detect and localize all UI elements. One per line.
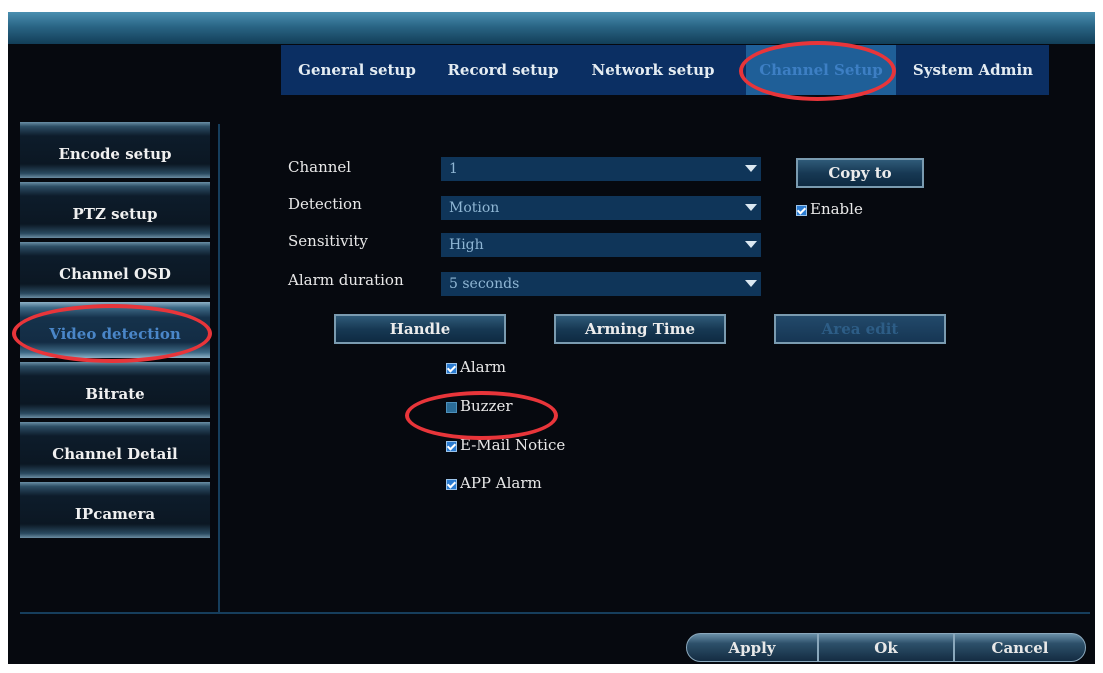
email-notice-checkbox[interactable]: E-Mail Notice [446, 436, 565, 454]
alarm-duration-select[interactable]: 5 seconds [441, 272, 761, 296]
main-tab-bar: General setup Record setup Network setup… [281, 45, 1049, 95]
sidebar-item-ptz-setup[interactable]: PTZ setup [20, 182, 210, 238]
channel-label: Channel [288, 158, 352, 176]
checkbox-unchecked-icon [446, 401, 457, 413]
checkbox-checked-icon [796, 204, 807, 216]
detection-label: Detection [288, 195, 362, 213]
buzzer-checkbox[interactable]: Buzzer [446, 397, 513, 415]
tab-system-admin[interactable]: System Admin [903, 45, 1043, 95]
sidebar-item-channel-osd[interactable]: Channel OSD [20, 242, 210, 298]
checkbox-checked-icon [446, 440, 457, 452]
detection-value: Motion [449, 200, 500, 216]
alarm-checkbox[interactable]: Alarm [446, 358, 506, 376]
chevron-down-icon [745, 165, 757, 172]
title-bar [8, 12, 1095, 44]
enable-checkbox[interactable]: Enable [796, 200, 863, 218]
tab-general-setup[interactable]: General setup [281, 45, 433, 95]
area-edit-button[interactable]: Area edit [774, 314, 946, 344]
checkbox-checked-icon [446, 478, 457, 490]
cancel-button[interactable]: Cancel [954, 633, 1086, 662]
tab-channel-setup[interactable]: Channel Setup [746, 45, 896, 95]
alarm-duration-value: 5 seconds [449, 276, 520, 292]
app-alarm-label: APP Alarm [460, 474, 542, 492]
ok-button[interactable]: Ok [818, 633, 954, 662]
handle-button[interactable]: Handle [334, 314, 506, 344]
channel-value: 1 [449, 161, 458, 177]
tab-record-setup[interactable]: Record setup [433, 45, 573, 95]
enable-label: Enable [810, 200, 863, 218]
buzzer-label: Buzzer [460, 397, 513, 415]
sidebar-item-ipcamera[interactable]: IPcamera [20, 482, 210, 538]
channel-select[interactable]: 1 [441, 157, 761, 181]
arming-time-button[interactable]: Arming Time [554, 314, 726, 344]
sidebar-item-video-detection[interactable]: Video detection [20, 302, 210, 358]
checkbox-checked-icon [446, 362, 457, 374]
detection-select[interactable]: Motion [441, 196, 761, 220]
sensitivity-label: Sensitivity [288, 232, 368, 250]
chevron-down-icon [745, 204, 757, 211]
alarm-label: Alarm [460, 358, 506, 376]
dvr-settings-screen: General setup Record setup Network setup… [8, 12, 1095, 664]
sensitivity-select[interactable]: High [441, 233, 761, 257]
apply-button[interactable]: Apply [686, 633, 818, 662]
email-notice-label: E-Mail Notice [460, 436, 566, 454]
sidebar-item-encode-setup[interactable]: Encode setup [20, 122, 210, 178]
sidebar-item-channel-detail[interactable]: Channel Detail [20, 422, 210, 478]
horizontal-divider [20, 612, 1090, 614]
sidebar-item-bitrate[interactable]: Bitrate [20, 362, 210, 418]
chevron-down-icon [745, 280, 757, 287]
alarm-duration-label: Alarm duration [288, 271, 404, 289]
tab-network-setup[interactable]: Network setup [573, 45, 733, 95]
copy-to-button[interactable]: Copy to [796, 158, 924, 188]
vertical-divider [218, 124, 220, 612]
chevron-down-icon [745, 241, 757, 248]
app-alarm-checkbox[interactable]: APP Alarm [446, 474, 542, 492]
sensitivity-value: High [449, 237, 484, 253]
